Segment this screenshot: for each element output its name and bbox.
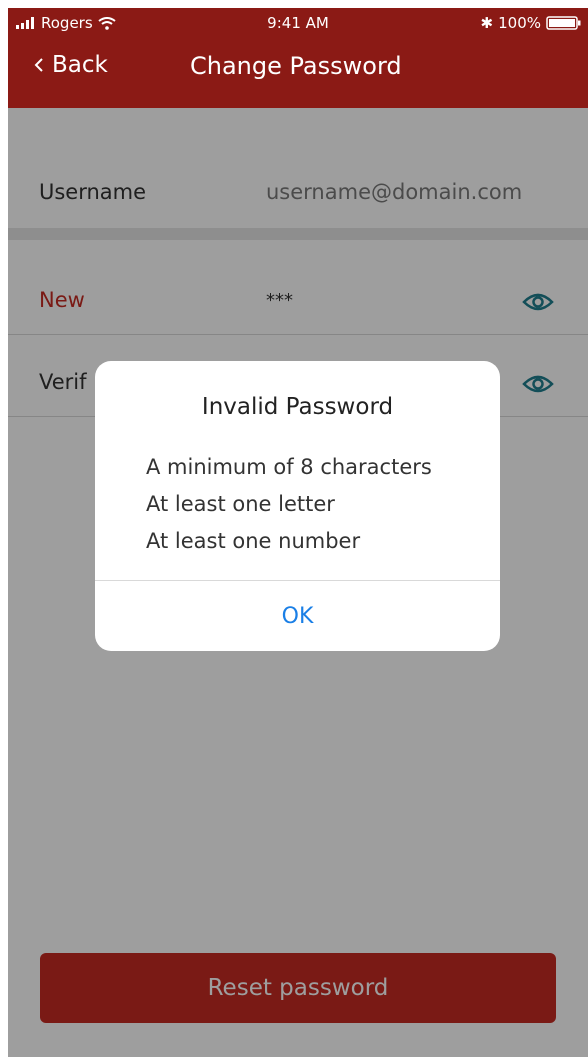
alert-requirement: At least one letter [146,492,335,516]
back-button[interactable]: Back [34,52,108,78]
alert-ok-button[interactable]: OK [95,581,500,651]
battery-text: 100% [498,14,541,32]
status-bar: Rogers 9:41 AM ✱ 100% [8,8,588,40]
page-title: Change Password [190,52,402,80]
bluetooth-icon: ✱ [480,14,494,32]
chevron-left-icon [34,58,43,72]
signal-icon [16,17,34,29]
change-password-screen: Rogers 9:41 AM ✱ 100% Back Change Passwo… [0,0,588,1057]
back-label: Back [52,52,108,78]
alert-requirement: At least one number [146,529,361,553]
battery-icon [546,16,581,30]
alert-title: Invalid Password [201,394,394,420]
status-right: ✱ 100% [481,14,582,32]
invalid-password-alert: Invalid Password A minimum of 8 characte… [95,361,500,651]
alert-requirement: A minimum of 8 characters [146,455,432,479]
header: Rogers 9:41 AM ✱ 100% Back Change Passwo… [8,8,588,108]
alert-message: A minimum of 8 characters At least one l… [146,449,432,560]
status-left: Rogers [16,14,116,32]
carrier-text: Rogers [41,14,93,32]
alert-ok-label: OK [281,603,314,629]
wifi-icon [98,16,116,30]
